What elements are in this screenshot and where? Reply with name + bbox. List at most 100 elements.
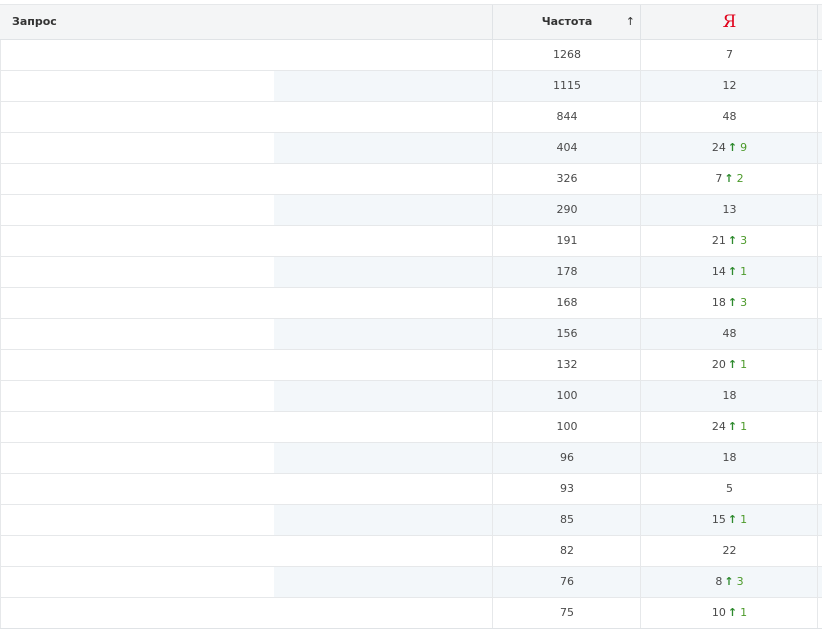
position-value: 13 (722, 203, 737, 216)
position-value: 18 (722, 389, 737, 402)
row-right-border (817, 226, 818, 256)
row-right-border (817, 133, 818, 163)
table-row[interactable]: 75 10 ↑ 1 (0, 598, 822, 629)
row-right-border (817, 505, 818, 535)
table-row[interactable]: 191 21 ↑ 3 (0, 226, 822, 257)
arrow-up-icon: ↑ (724, 575, 734, 588)
row-left-border (0, 505, 1, 535)
table-row[interactable]: 76 8 ↑ 3 (0, 567, 822, 598)
row-right-border (817, 40, 818, 70)
position-value: 5 (726, 482, 733, 495)
row-left-border (0, 567, 1, 597)
position-value: 8 (715, 575, 723, 588)
frequency-cell: 178 (492, 257, 641, 287)
row-right-border (817, 102, 818, 132)
arrow-up-icon: ↑ (727, 296, 738, 309)
table-row[interactable]: 844 48 (0, 102, 822, 133)
row-right-border (817, 598, 818, 628)
position-value: 48 (722, 110, 737, 123)
frequency-cell: 85 (492, 505, 641, 535)
column-divider (817, 5, 818, 39)
table-row[interactable]: 178 14 ↑ 1 (0, 257, 822, 288)
frequency-cell: 168 (492, 288, 641, 318)
table-row[interactable]: 290 13 (0, 195, 822, 226)
arrow-up-icon: ↑ (727, 141, 738, 154)
table-row[interactable]: 404 24 ↑ 9 (0, 133, 822, 164)
row-left-border (0, 164, 1, 194)
yandex-position-cell: 7 ↑ 2 (640, 164, 818, 194)
table-row[interactable]: 96 18 (0, 443, 822, 474)
arrow-up-icon: ↑ (727, 513, 738, 526)
position-value: 21 (711, 234, 726, 247)
position-value: 24 (711, 141, 726, 154)
position-value: 18 (711, 296, 726, 309)
row-right-border (817, 195, 818, 225)
row-left-border (0, 133, 1, 163)
position-change: 3 (740, 234, 748, 247)
frequency-cell: 93 (492, 474, 641, 504)
frequency-cell: 290 (492, 195, 641, 225)
row-right-border (817, 164, 818, 194)
frequency-cell: 82 (492, 536, 641, 566)
frequency-cell: 1115 (492, 71, 641, 101)
position-change: 1 (740, 513, 748, 526)
row-left-border (0, 319, 1, 349)
frequency-cell: 100 (492, 381, 641, 411)
row-right-border (817, 474, 818, 504)
frequency-cell: 100 (492, 412, 641, 442)
table-row[interactable]: 85 15 ↑ 1 (0, 505, 822, 536)
position-value: 24 (711, 420, 726, 433)
yandex-column-header[interactable]: Я (640, 5, 818, 39)
yandex-position-cell: 20 ↑ 1 (640, 350, 818, 380)
yandex-position-cell: 18 (640, 381, 818, 411)
frequency-cell: 1268 (492, 40, 641, 70)
row-right-border (817, 350, 818, 380)
row-left-border (0, 195, 1, 225)
row-left-border (0, 474, 1, 504)
row-right-border (817, 319, 818, 349)
table-row[interactable]: 100 24 ↑ 1 (0, 412, 822, 443)
row-right-border (817, 443, 818, 473)
yandex-position-cell: 22 (640, 536, 818, 566)
row-right-border (817, 71, 818, 101)
position-value: 7 (715, 172, 723, 185)
arrow-up-icon: ↑ (727, 265, 738, 278)
table-row[interactable]: 100 18 (0, 381, 822, 412)
yandex-position-cell: 8 ↑ 3 (640, 567, 818, 597)
arrow-up-icon: ↑ (727, 606, 738, 619)
table-row[interactable]: 82 22 (0, 536, 822, 567)
position-value: 20 (711, 358, 726, 371)
position-value: 48 (722, 327, 737, 340)
frequency-cell: 191 (492, 226, 641, 256)
query-column-header[interactable]: Запрос (12, 5, 57, 39)
frequency-column-label: Частота (541, 15, 593, 28)
row-left-border (0, 71, 1, 101)
table-row[interactable]: 168 18 ↑ 3 (0, 288, 822, 319)
position-value: 7 (726, 48, 733, 61)
table-row[interactable]: 156 48 (0, 319, 822, 350)
table-row[interactable]: 1115 12 (0, 71, 822, 102)
frequency-column-header[interactable]: Частота ↑ (492, 5, 641, 39)
yandex-position-cell: 13 (640, 195, 818, 225)
yandex-position-cell: 48 (640, 319, 818, 349)
table-row[interactable]: 93 5 (0, 474, 822, 505)
table-row[interactable]: 326 7 ↑ 2 (0, 164, 822, 195)
position-change: 2 (736, 172, 744, 185)
table-row[interactable]: 1268 7 (0, 40, 822, 71)
row-left-border (0, 102, 1, 132)
row-left-border (0, 226, 1, 256)
position-value: 12 (722, 79, 737, 92)
table-header: Запрос Частота ↑ Я (0, 4, 822, 40)
yandex-logo-icon: Я (722, 12, 737, 32)
row-right-border (817, 567, 818, 597)
row-left-border (0, 412, 1, 442)
arrow-up-icon: ↑ (724, 172, 734, 185)
position-value: 10 (711, 606, 726, 619)
yandex-position-cell: 24 ↑ 9 (640, 133, 818, 163)
frequency-cell: 132 (492, 350, 641, 380)
sort-ascending-icon[interactable]: ↑ (626, 5, 635, 39)
yandex-position-cell: 21 ↑ 3 (640, 226, 818, 256)
table-row[interactable]: 132 20 ↑ 1 (0, 350, 822, 381)
yandex-position-cell: 5 (640, 474, 818, 504)
table-bottom-border (0, 628, 822, 629)
